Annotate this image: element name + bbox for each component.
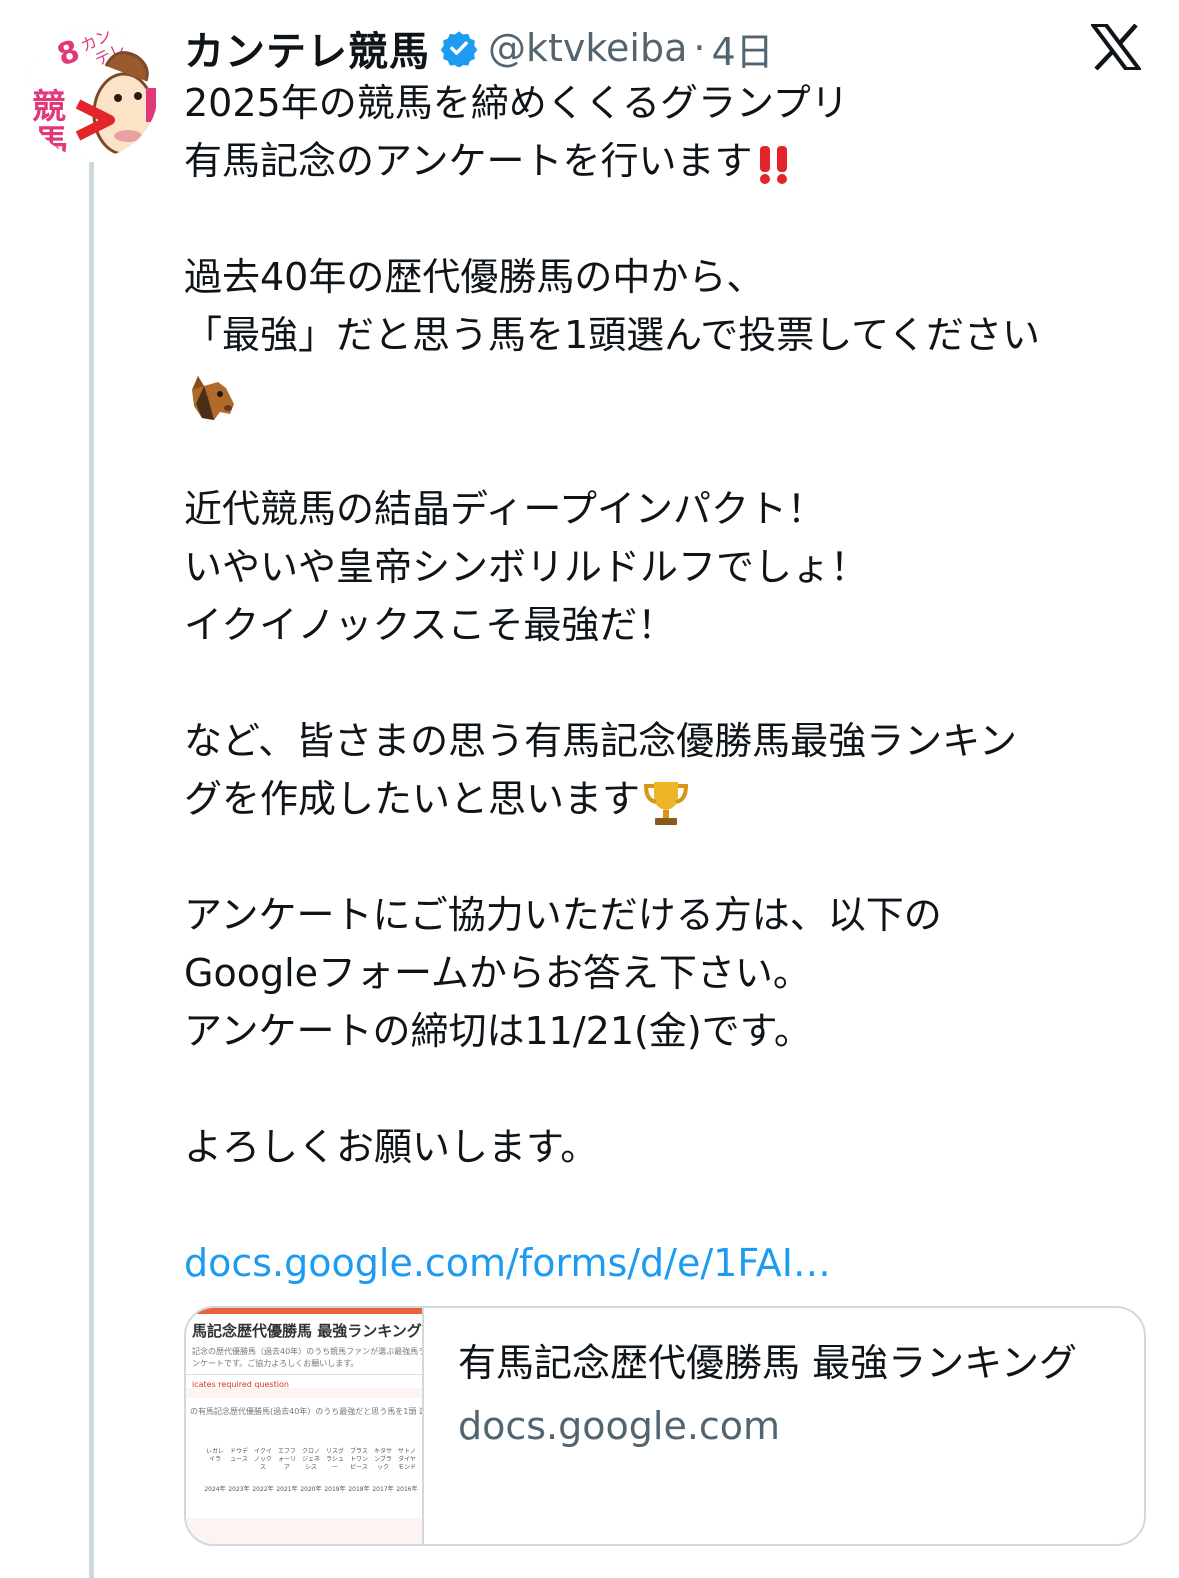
thumb-required-note: icates required question [192, 1380, 289, 1389]
thumb-desc: ンケートです。ご協力よろしくお願いします。 [192, 1359, 359, 1368]
thumb-horse-year: 2020年 [300, 1486, 322, 1493]
post-line: グを作成したいと思います [184, 770, 1144, 828]
thumb-horse-year: 2019年 [324, 1486, 346, 1493]
thread-line [89, 162, 94, 1578]
thumb-divider [186, 1374, 422, 1375]
card-title[interactable]: 有馬記念歴代優勝馬 最強ランキング [458, 1338, 1098, 1388]
post-line-text: 有馬記念のアンケートを行います [184, 139, 753, 183]
post-line: よろしくお願いします。 [184, 1125, 599, 1169]
separator-dot: · [693, 26, 706, 70]
svg-text:馬: 馬 [34, 123, 68, 158]
thumb-horse-option: キタサンブラック [373, 1448, 392, 1471]
post-line: 有馬記念のアンケートを行います [184, 132, 1144, 190]
post-line: アンケートの締切は11/21(金)です。 [184, 1009, 812, 1053]
thumb-footer [186, 1530, 422, 1544]
post-header: カンテレ競馬 @ktvkeiba · 4日 [184, 18, 774, 78]
svg-text:競: 競 [32, 87, 66, 127]
thumb-desc: 記念の歴代優勝馬（過去40年）のうち競馬ファンが選ぶ最強馬ランキングを決める [192, 1347, 422, 1356]
link-card[interactable]: 馬記念歴代優勝馬 最強ランキング 記念の歴代優勝馬（過去40年）のうち競馬ファン… [184, 1306, 1146, 1546]
handle[interactable]: @ktvkeiba [488, 26, 687, 70]
post-link[interactable]: docs.google.com/forms/d/e/1FAI… [184, 1234, 1144, 1292]
thumb-horse-year: 2022年 [252, 1486, 274, 1493]
thumb-title: 馬記念歴代優勝馬 最強ランキング [192, 1322, 422, 1340]
thumb-horse-option: イクイノックス [254, 1448, 272, 1471]
post-line-text: グを作成したいと思います [184, 777, 641, 821]
card-body: 有馬記念歴代優勝馬 最強ランキング docs.google.com [424, 1308, 1144, 1544]
post-line: など、皆さまの思う有馬記念優勝馬最強ランキン [184, 719, 1017, 763]
thumb-horse-option: ドウデュース [229, 1448, 248, 1463]
x-logo-icon[interactable] [1091, 24, 1141, 70]
card-thumbnail: 馬記念歴代優勝馬 最強ランキング 記念の歴代優勝馬（過去40年）のうち競馬ファン… [186, 1308, 424, 1544]
thumb-horse-option: エフフォーリア [277, 1448, 296, 1471]
post-line: 近代競馬の結晶ディープインパクト！ [184, 487, 826, 531]
thumb-horse-year: 2016年 [396, 1486, 418, 1493]
card-domain: docs.google.com [458, 1404, 781, 1448]
thumb-horse-year: 2017年 [372, 1486, 394, 1493]
horse-face-icon [192, 375, 234, 420]
display-name[interactable]: カンテレ競馬 [184, 19, 430, 77]
double-exclamation-icon [760, 145, 788, 184]
thumb-horse-year: 2023年 [228, 1486, 250, 1493]
thumb-horse-option: ブラストワンピース [349, 1448, 368, 1471]
thumb-horse-option: リスグラシュー [325, 1448, 344, 1471]
post-line: 過去40年の歴代優勝馬の中から、 [184, 255, 765, 299]
post-line: 「最強」だと思う馬を1頭選んで投票してください [184, 313, 1040, 357]
thumb-horse-option: サトノダイヤモンド [397, 1448, 416, 1471]
post-line: イクイノックスこそ最強だ！ [184, 603, 676, 647]
thumb-question: の有馬記念歴代優勝馬(過去40年）のうち最強だと思う馬を1頭 選んでくだ [190, 1407, 422, 1416]
post-text: 2025年の競馬を締めくくるグランプリ 有馬記念のアンケートを行います 過去40… [184, 74, 1144, 1292]
post-line [184, 364, 1144, 422]
thumb-horse-year: 2021年 [276, 1486, 298, 1493]
thumb-horse-year: 2024年 [204, 1486, 226, 1493]
trophy-icon [644, 781, 689, 825]
avatar-image: 競 馬 8 カン テレ [26, 26, 158, 158]
thumb-horse-year: 2018年 [348, 1486, 370, 1493]
post-line: 2025年の競馬を締めくくるグランプリ [184, 81, 849, 125]
post-time[interactable]: 4日 [711, 21, 773, 76]
post-line: アンケートにご協力いただける方は、以下の [184, 893, 942, 937]
post-line: いやいや皇帝シンボリルドルフでしょ！ [184, 545, 869, 589]
thumb-horse-option: クロノジェネシス [301, 1448, 320, 1471]
post-line: Googleフォームからお答え下さい。 [184, 951, 811, 995]
avatar[interactable]: 競 馬 8 カン テレ [26, 26, 158, 158]
verified-badge-icon [440, 31, 478, 67]
thumb-horse-option: レガレイラ [205, 1448, 224, 1463]
